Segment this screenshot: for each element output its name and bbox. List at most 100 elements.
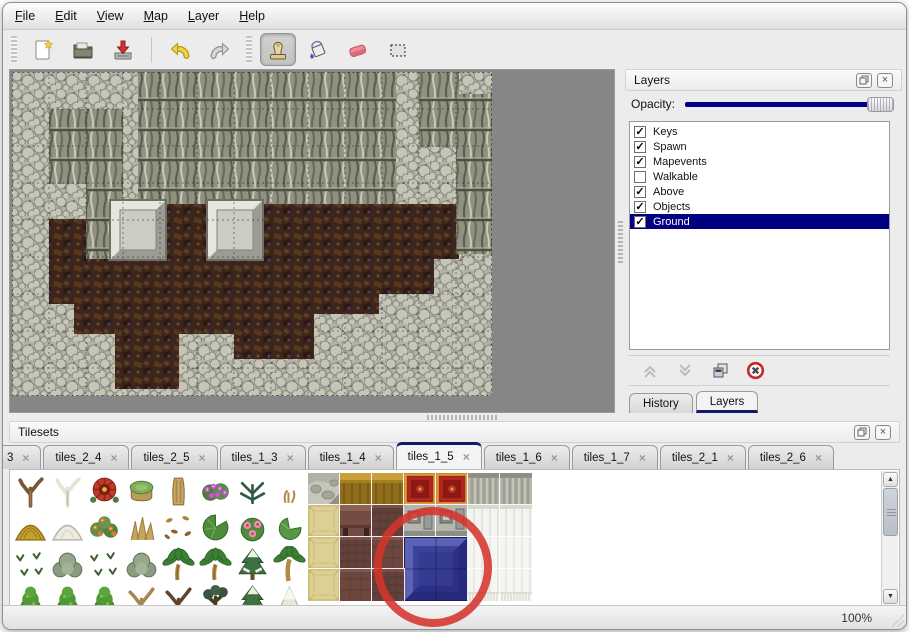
horizontal-splitter[interactable] (3, 413, 906, 421)
palette-tile-conifer-green[interactable] (49, 583, 86, 607)
tileset-tab-tiles_1_7[interactable]: tiles_1_7× (572, 445, 658, 469)
palette-tile-tree-dead-dark[interactable] (160, 583, 197, 607)
delete-layer-button[interactable] (744, 360, 766, 382)
layer-visibility-checkbox[interactable]: ✓ (634, 201, 646, 213)
stamp-tool-button[interactable] (260, 33, 296, 66)
palette-tile-carpet-red[interactable] (404, 473, 436, 505)
duplicate-layer-button[interactable] (709, 360, 731, 382)
palette-tile-curtain-white-fringe[interactable] (500, 569, 532, 601)
palette-tile-pine-snowy[interactable] (234, 546, 271, 583)
palette-tile-lilypad[interactable] (197, 509, 234, 546)
palette-tile-tile-khaki[interactable] (308, 537, 340, 569)
palette-tile-flowers-orange[interactable] (86, 509, 123, 546)
palette-tile-flowers-purple[interactable] (197, 472, 234, 509)
palette-tile-leaves-scatter[interactable] (160, 509, 197, 546)
palette-tile-tile-maroon2[interactable] (340, 569, 372, 601)
palette-tile-lilypad-cut[interactable] (271, 509, 308, 546)
tab-close-icon[interactable]: × (110, 451, 117, 465)
close-panel-button[interactable]: × (875, 425, 891, 440)
palette-tile-curtain-white-top[interactable] (468, 505, 500, 537)
menu-view[interactable]: View (97, 9, 124, 23)
layer-visibility-checkbox[interactable]: ✓ (634, 216, 646, 228)
tab-close-icon[interactable]: × (551, 451, 558, 465)
palette-tile-tree-branchy-dark[interactable] (197, 583, 234, 607)
tab-close-icon[interactable]: × (375, 451, 382, 465)
tileset-tab-tiles_1_5[interactable]: tiles_1_5× (396, 442, 482, 469)
palette-tile-tile-gold[interactable] (372, 473, 404, 505)
layer-row-above[interactable]: ✓Above (630, 184, 889, 199)
tab-close-icon[interactable]: × (463, 450, 470, 464)
palette-tile-tree-dead-brown[interactable] (12, 472, 49, 509)
layer-visibility-checkbox[interactable]: ✓ (634, 126, 646, 138)
tileset-tab-tiles_2_6[interactable]: tiles_2_6× (748, 445, 834, 469)
toolbar-grip[interactable] (11, 36, 17, 63)
palette-tile-palm-tall[interactable] (271, 546, 308, 583)
palette-tile-flowers-pink[interactable] (234, 509, 271, 546)
palette-tile-stump-mossy[interactable] (123, 472, 160, 509)
menu-help[interactable]: Help (239, 9, 265, 23)
palette-tile-table-brown[interactable] (340, 505, 372, 537)
palette-tile-curtain-white-top[interactable] (500, 505, 532, 537)
palette-tile-tile-stone[interactable] (308, 473, 340, 505)
palette-tile-carpet-red[interactable] (436, 473, 468, 505)
palette-tile-mound-snow[interactable] (49, 509, 86, 546)
palette-tile-sprig-dry[interactable] (271, 472, 308, 509)
open-tool-button[interactable] (65, 33, 101, 66)
move-layer-up-button[interactable] (639, 360, 661, 382)
palette-tile-curtain-gray[interactable] (500, 473, 532, 505)
palette-tile-blue-block[interactable] (404, 537, 468, 601)
toolbar-grip[interactable] (246, 36, 252, 63)
palette-tile-tree-dead-tan[interactable] (123, 583, 160, 607)
scrollbar-thumb[interactable] (883, 488, 898, 536)
tab-close-icon[interactable]: × (199, 451, 206, 465)
scroll-up-button[interactable]: ▲ (883, 472, 898, 487)
palette-tile-conifer-green[interactable] (86, 583, 123, 607)
tab-layers[interactable]: Layers (696, 391, 759, 413)
palette-tile-tile-maroon[interactable] (372, 569, 404, 601)
palette-tile-curtain-white[interactable] (500, 537, 532, 569)
float-panel-button[interactable] (856, 73, 872, 88)
palette-scrollbar[interactable]: ▲ ▼ (881, 471, 898, 605)
palette-tile-tile-khaki[interactable] (308, 505, 340, 537)
tab-close-icon[interactable]: × (639, 451, 646, 465)
palette-tile-grass-dry[interactable] (123, 509, 160, 546)
palette-tile-tile-khaki[interactable] (308, 569, 340, 601)
undo-tool-button[interactable] (162, 33, 198, 66)
close-panel-button[interactable]: × (877, 73, 893, 88)
tileset-tab-tiles_2_1[interactable]: tiles_2_1× (660, 445, 746, 469)
opacity-slider[interactable] (685, 96, 894, 113)
palette-tile-trunk-tan[interactable] (160, 472, 197, 509)
fill-tool-button[interactable] (300, 33, 336, 66)
palette-tile-pine-snowy[interactable] (234, 583, 271, 607)
layer-row-ground[interactable]: ✓Ground (630, 214, 889, 229)
layer-row-mapevents[interactable]: ✓Mapevents (630, 154, 889, 169)
tileset-tab-tiles_2_5[interactable]: tiles_2_5× (131, 445, 217, 469)
menu-edit[interactable]: Edit (55, 9, 77, 23)
scroll-down-button[interactable]: ▼ (883, 589, 898, 604)
layer-visibility-checkbox[interactable] (634, 171, 646, 183)
map-viewport[interactable] (9, 69, 615, 413)
palette-tile-palm-tree[interactable] (160, 546, 197, 583)
palette-tile-machine-gray[interactable] (436, 505, 468, 537)
layer-visibility-checkbox[interactable]: ✓ (634, 156, 646, 168)
palette-tile-machine-gray[interactable] (404, 505, 436, 537)
menu-layer[interactable]: Layer (188, 9, 219, 23)
layer-row-walkable[interactable]: Walkable (630, 169, 889, 184)
palette-tile-palm-tree[interactable] (197, 546, 234, 583)
menu-file[interactable]: File (15, 9, 35, 23)
layer-row-spawn[interactable]: ✓Spawn (630, 139, 889, 154)
palette-tile-curtain-white-fringe[interactable] (468, 569, 500, 601)
layer-row-keys[interactable]: ✓Keys (630, 124, 889, 139)
palette-tile-curtain-white[interactable] (468, 537, 500, 569)
palette-tile-sprigs-small[interactable] (86, 546, 123, 583)
redo-tool-button[interactable] (202, 33, 238, 66)
tab-close-icon[interactable]: × (287, 451, 294, 465)
vertical-splitter[interactable] (616, 69, 625, 413)
palette-tile-bush-gray[interactable] (49, 546, 86, 583)
resize-grip[interactable] (887, 610, 904, 627)
palette-tile-flower-red[interactable] (86, 472, 123, 509)
tileset-tab-tiles_1_6[interactable]: tiles_1_6× (484, 445, 570, 469)
map-canvas[interactable] (12, 72, 492, 396)
tileset-tab-tiles_1_4[interactable]: tiles_1_4× (308, 445, 394, 469)
layer-row-objects[interactable]: ✓Objects (630, 199, 889, 214)
